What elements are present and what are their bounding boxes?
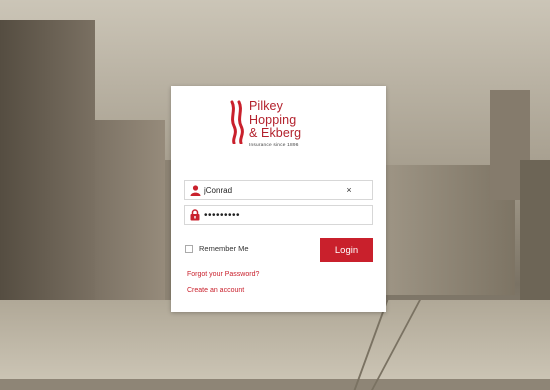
- building-left: [0, 20, 95, 320]
- forgot-password-link[interactable]: Forgot your Password?: [187, 271, 259, 278]
- logo-mark-icon: [230, 100, 244, 144]
- brand-tagline: Insurance since 1896: [249, 142, 299, 148]
- user-icon: [189, 184, 201, 196]
- username-field: ×: [184, 180, 373, 200]
- password-field: [184, 205, 373, 225]
- brand-name-line-3: & Ekberg: [249, 126, 302, 140]
- remember-me[interactable]: Remember Me: [185, 244, 249, 253]
- brand-logo: Pilkey Hopping & Ekberg Insurance since …: [229, 99, 302, 148]
- building-left-mid: [95, 120, 165, 320]
- login-button[interactable]: Login: [320, 238, 373, 262]
- building-far-right: [520, 160, 550, 310]
- login-card: Pilkey Hopping & Ekberg Insurance since …: [171, 86, 386, 312]
- lock-icon: [189, 209, 201, 221]
- username-input[interactable]: [204, 182, 342, 198]
- clear-username-icon[interactable]: ×: [342, 185, 356, 195]
- create-account-link[interactable]: Create an account: [187, 287, 244, 294]
- password-input[interactable]: [204, 207, 372, 223]
- remember-me-label: Remember Me: [199, 244, 249, 253]
- brand-name-line-2: Hopping: [249, 112, 297, 127]
- brand-name-line-1: Pilkey: [249, 99, 283, 113]
- remember-me-checkbox[interactable]: [185, 244, 193, 253]
